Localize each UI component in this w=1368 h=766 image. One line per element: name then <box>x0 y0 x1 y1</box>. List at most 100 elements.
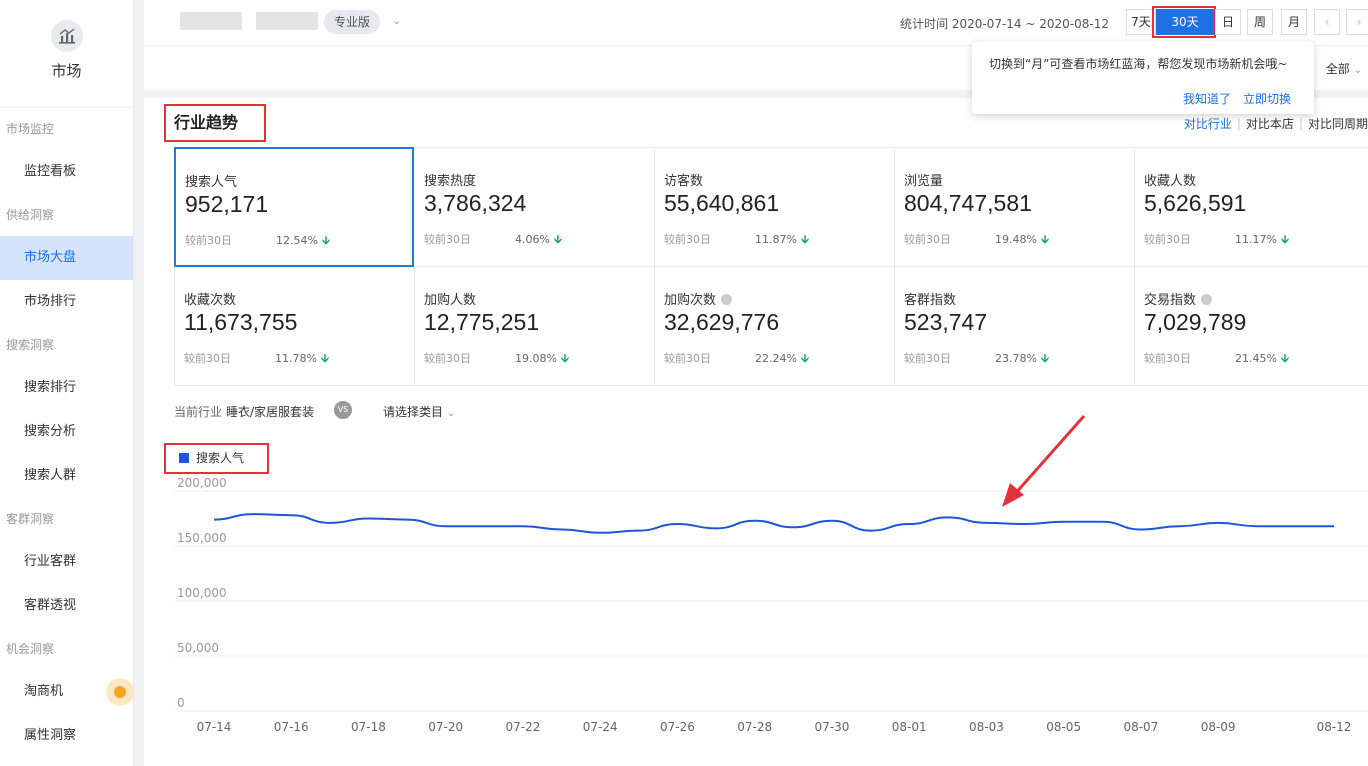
data-point[interactable] <box>521 524 525 528</box>
data-point[interactable] <box>1100 520 1104 524</box>
data-point[interactable] <box>830 519 834 523</box>
metric-card[interactable]: 加购次数 32,629,776 较前30日 22.24% 🡫 <box>655 267 895 386</box>
info-icon[interactable] <box>1201 294 1213 305</box>
current-industry: 当前行业 睡衣/家居服套装 <box>174 403 314 420</box>
metric-change: 22.24% 🡫 <box>755 350 809 369</box>
trend-line-chart[interactable]: 200,000 150,000 100,000 50,000 0 07-14 07-16 07… <box>144 415 1368 763</box>
data-point[interactable] <box>946 515 950 519</box>
y-tick-label: 150,000 <box>177 531 227 545</box>
data-point[interactable] <box>714 526 718 530</box>
all-dropdown[interactable]: 全部 ⌄ <box>1326 60 1362 77</box>
edition-badge: 专业版 <box>324 10 381 34</box>
metric-value: 55,640,861 <box>664 190 780 216</box>
metric-value: 5,626,591 <box>1144 190 1247 216</box>
tooltip-text: 切换到“月”可查看市场红蓝海，帮您发现市场新机会哦~ <box>989 57 1288 71</box>
data-point[interactable] <box>560 528 564 532</box>
data-point[interactable] <box>1293 524 1297 528</box>
data-point[interactable] <box>444 524 448 528</box>
data-point[interactable] <box>289 513 293 517</box>
data-point[interactable] <box>405 518 409 522</box>
data-point[interactable] <box>984 521 988 525</box>
y-tick-label: 0 <box>177 696 185 710</box>
x-tick-label: 08-01 <box>892 720 927 734</box>
blurred-shop-name <box>180 12 242 30</box>
data-point[interactable] <box>675 522 679 526</box>
data-point[interactable] <box>1139 528 1143 532</box>
metric-card[interactable]: 搜索人气 952,171 较前30日 12.54% 🡫 <box>174 147 414 267</box>
x-tick-label: 07-26 <box>660 720 695 734</box>
nav-item-search-crowd[interactable]: 搜索人群 <box>0 454 133 498</box>
metric-card[interactable]: 加购人数 12,775,251 较前30日 19.08% 🡫 <box>415 267 655 386</box>
data-point[interactable] <box>791 525 795 529</box>
metric-card[interactable]: 访客数 55,640,861 较前30日 11.87% 🡫 <box>655 148 895 267</box>
data-point[interactable] <box>1023 522 1027 526</box>
nav-item-attribute-insight[interactable]: 属性洞察 <box>0 714 133 758</box>
market-chart-icon <box>50 20 83 52</box>
data-point[interactable] <box>907 522 911 526</box>
nav-item-search-analysis[interactable]: 搜索分析 <box>0 410 133 454</box>
switch-now-link[interactable]: 立即切换 <box>1243 90 1291 107</box>
metric-compare-label: 较前30日 <box>664 233 711 246</box>
data-point[interactable] <box>328 521 332 525</box>
market-logo[interactable]: 市场 <box>0 0 133 108</box>
acknowledge-link[interactable]: 我知道了 <box>1183 90 1231 107</box>
data-point[interactable] <box>753 519 757 523</box>
compare-store-link[interactable]: 对比本店 <box>1246 117 1294 131</box>
metric-card[interactable]: 收藏次数 11,673,755 较前30日 11.78% 🡫 <box>175 267 415 386</box>
data-point[interactable] <box>366 517 370 521</box>
data-point[interactable] <box>637 529 641 533</box>
data-point[interactable] <box>1178 524 1182 528</box>
x-tick-label: 08-03 <box>969 720 1004 734</box>
metric-compare-label: 较前30日 <box>424 233 471 246</box>
metric-compare-label: 较前30日 <box>664 352 711 365</box>
data-point[interactable] <box>1255 524 1259 528</box>
metric-title: 加购人数 <box>424 293 477 308</box>
chevron-left-icon[interactable]: ‹ <box>1314 9 1340 35</box>
metric-value: 3,786,324 <box>424 190 527 216</box>
metric-value: 32,629,776 <box>664 309 780 335</box>
metric-card[interactable]: 搜索热度 3,786,324 较前30日 4.06% 🡫 <box>415 148 655 267</box>
range-month-button[interactable]: 月 <box>1281 9 1307 35</box>
all-label: 全部 <box>1325 62 1350 76</box>
nav-item-search-ranking[interactable]: 搜索排行 <box>0 366 133 410</box>
nav-item-taoshangji[interactable]: 淘商机 <box>0 670 134 714</box>
data-point[interactable] <box>1332 524 1336 528</box>
range-day-button[interactable]: 日 <box>1215 9 1241 35</box>
data-point[interactable] <box>482 524 486 528</box>
chevron-down-icon[interactable]: ⌄ <box>392 14 401 27</box>
range-week-button[interactable]: 周 <box>1247 9 1273 35</box>
data-point[interactable] <box>869 529 873 533</box>
category-select[interactable]: 请选择类目 ⌄ <box>383 403 455 420</box>
data-point[interactable] <box>1216 521 1220 525</box>
metric-title: 加购次数 <box>664 289 733 308</box>
chevron-down-icon: ⌄ <box>1353 65 1362 76</box>
chevron-right-icon[interactable]: › <box>1346 9 1368 35</box>
nav-item-customer-insight[interactable]: 客群透视 <box>0 584 133 628</box>
category-select-label: 请选择类目 <box>383 405 444 419</box>
metric-title: 收藏次数 <box>184 293 237 308</box>
data-point[interactable] <box>212 518 216 522</box>
metric-change: 23.78% 🡫 <box>995 350 1049 369</box>
metric-value: 952,171 <box>185 191 269 217</box>
nav-item-industry-customer[interactable]: 行业客群 <box>0 540 133 584</box>
nav-item-market-overview[interactable]: 市场大盘 <box>0 236 133 280</box>
stat-time: 统计时间 2020-07-14 ~ 2020-08-12 <box>900 17 1109 31</box>
data-point[interactable] <box>251 512 255 516</box>
metric-card[interactable]: 交易指数 7,029,789 较前30日 21.45% 🡫 <box>1135 267 1368 386</box>
chart-legend[interactable]: 搜索人气 <box>164 443 269 474</box>
metric-title: 收藏人数 <box>1144 174 1197 189</box>
metric-card[interactable]: 客群指数 523,747 较前30日 23.78% 🡫 <box>895 267 1135 386</box>
data-point[interactable] <box>598 531 602 535</box>
metric-card[interactable]: 浏览量 804,747,581 较前30日 19.48% 🡫 <box>895 148 1135 267</box>
compare-industry-link[interactable]: 对比行业 <box>1184 117 1232 131</box>
nav-item-monitor-board[interactable]: 监控看板 <box>0 150 133 194</box>
arrow-down-icon: 🡫 <box>1040 233 1049 246</box>
x-tick-label: 08-12 <box>1317 720 1352 734</box>
metric-title: 客群指数 <box>904 293 957 308</box>
series-line[interactable] <box>213 513 1334 534</box>
data-point[interactable] <box>1062 520 1066 524</box>
info-icon[interactable] <box>721 294 733 305</box>
nav-item-market-ranking[interactable]: 市场排行 <box>0 280 133 324</box>
compare-period-link[interactable]: 对比同周期 <box>1308 117 1368 131</box>
metric-card[interactable]: 收藏人数 5,626,591 较前30日 11.17% 🡫 <box>1135 148 1368 267</box>
